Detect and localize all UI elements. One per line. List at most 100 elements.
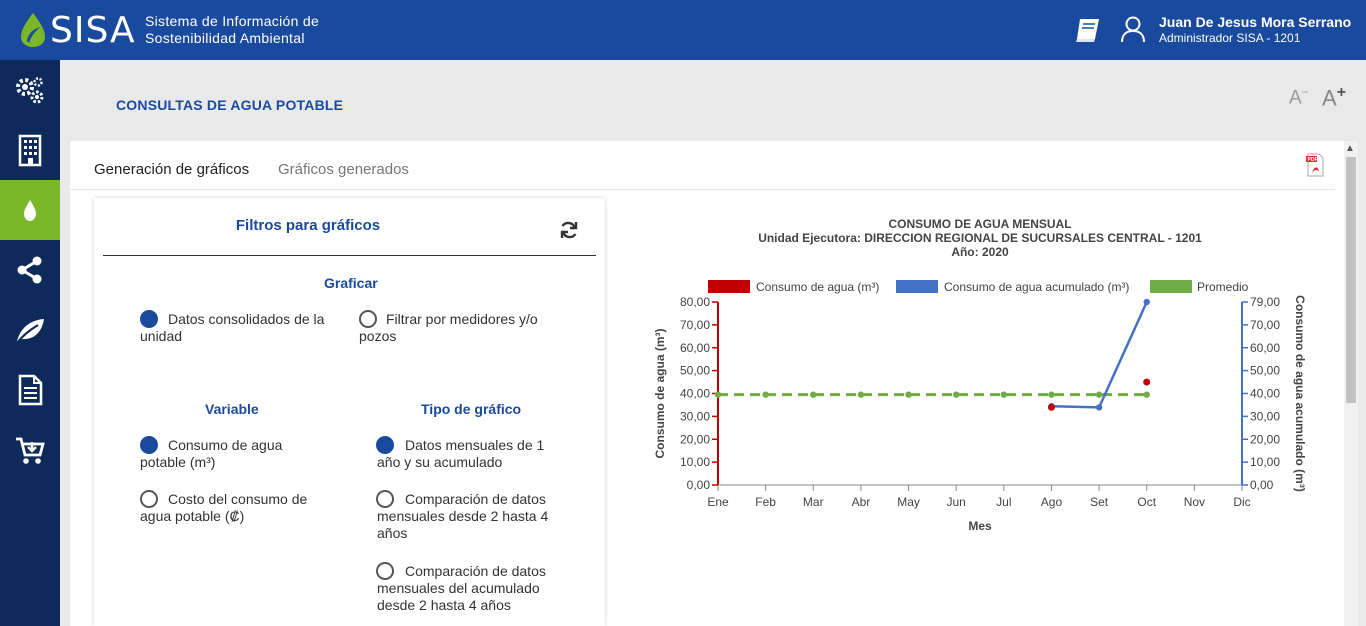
x-tick-label: Jul <box>996 495 1011 509</box>
y-tick-label-left: 30,00 <box>680 409 710 423</box>
x-tick-label: May <box>897 495 920 509</box>
top-bar: SISA Sistema de Información de Sostenibi… <box>0 0 1366 60</box>
x-tick-label: Oct <box>1137 495 1156 509</box>
filters-divider <box>103 255 596 256</box>
water-drop-icon <box>24 200 36 221</box>
option-datos-mensuales[interactable]: Datos mensuales de 1 año y su acumulado <box>377 437 544 471</box>
y-tick-label-left: 70,00 <box>680 318 710 332</box>
main-panel: Generación de gráficos Gráficos generado… <box>70 141 1358 626</box>
option-line: mensuales del acumulado <box>377 580 540 596</box>
font-decrease-label: A <box>1289 87 1302 109</box>
font-decrease-button[interactable]: A− <box>1289 85 1309 109</box>
option-line: Filtrar por medidores y/o <box>386 311 538 327</box>
legend-label-consumo: Consumo de agua (m³) <box>756 280 879 294</box>
user-role: Administrador SISA - 1201 <box>1159 31 1301 45</box>
pdf-export-icon[interactable]: PDF <box>1306 153 1324 177</box>
tab-graficos-generados[interactable]: Gráficos generados <box>278 161 409 178</box>
subtitle-line-2: Sostenibilidad Ambiental <box>145 30 305 46</box>
option-costo-consumo[interactable]: Costo del consumo de agua potable (₡) <box>140 491 307 525</box>
y-tick-label-left: 0,00 <box>687 478 711 492</box>
option-consumo-agua[interactable]: Consumo de agua potable (m³) <box>140 437 282 471</box>
option-comparacion-mensuales[interactable]: Comparación de datos mensuales desde 2 h… <box>377 491 548 542</box>
x-tick-label: Mar <box>803 495 824 509</box>
user-icon[interactable] <box>1120 15 1146 43</box>
y-tick-label-left: 20,00 <box>680 432 710 446</box>
point-promedio <box>1048 391 1055 398</box>
refresh-icon[interactable] <box>559 220 579 240</box>
x-axis-title: Mes <box>968 519 992 533</box>
legend-swatch-acumulado <box>896 280 938 293</box>
sidebar-item-reports[interactable] <box>0 360 60 420</box>
x-tick-label: Ene <box>707 495 729 509</box>
logo-text: SISA <box>50 9 136 51</box>
scroll-up-arrow[interactable]: ▲ <box>1345 143 1355 154</box>
option-line: potable (m³) <box>140 454 216 470</box>
y-tick-label-left: 40,00 <box>680 387 710 401</box>
option-filtrar-medidores[interactable]: Filtrar por medidores y/o pozos <box>359 311 538 345</box>
option-line: mensuales desde 2 hasta 4 <box>377 508 549 524</box>
x-tick-label: Abr <box>852 495 871 509</box>
y-tick-label-right: 79,00 <box>1250 295 1280 309</box>
option-line: años <box>377 525 408 541</box>
legend-swatch-promedio <box>1150 280 1192 293</box>
chart-area: CONSUMO DE AGUA MENSUAL Unidad Ejecutora… <box>610 201 1340 626</box>
x-tick-label: Ago <box>1041 495 1063 509</box>
point-promedio <box>1000 391 1008 398</box>
option-comparacion-acumulado[interactable]: Comparación de datos mensuales del acumu… <box>377 563 546 614</box>
svg-text:PDF: PDF <box>1308 157 1318 163</box>
vertical-scrollbar[interactable]: ▲ <box>1344 141 1358 626</box>
x-tick-label: Nov <box>1184 495 1205 509</box>
point-promedio <box>952 391 960 398</box>
building-icon <box>18 134 42 167</box>
option-line: desde 2 hasta 4 años <box>377 597 511 613</box>
graficar-heading: Graficar <box>324 275 378 291</box>
option-line: pozos <box>359 328 397 344</box>
y-tick-label-right: 40,00 <box>1250 387 1280 401</box>
scroll-thumb[interactable] <box>1346 157 1356 403</box>
sidebar-item-purchases[interactable] <box>0 420 60 480</box>
point-acumulado <box>1143 298 1150 306</box>
option-line: unidad <box>140 328 183 344</box>
legend-swatch-consumo <box>708 280 750 293</box>
option-line: Comparación de datos <box>405 563 546 579</box>
font-increase-button[interactable]: A+ <box>1322 84 1346 111</box>
point-acumulado <box>1095 404 1103 411</box>
point-promedio <box>714 391 722 398</box>
option-datos-consolidados[interactable]: Datos consolidados de la unidad <box>140 311 324 345</box>
y-tick-label-right: 70,00 <box>1250 318 1280 332</box>
y-tick-label-left: 10,00 <box>680 455 710 469</box>
sidebar-item-leaf[interactable] <box>0 300 60 360</box>
sisa-logo[interactable]: SISA <box>18 8 136 52</box>
tipo-grafico-heading: Tipo de gráfico <box>421 401 522 417</box>
y-axis-title-right: Consumo de agua acumulado (m³) <box>1293 295 1307 492</box>
font-increase-label: A <box>1322 85 1337 111</box>
point-consumo <box>1143 378 1151 386</box>
y-axis-title-left: Consumo de agua (m³) <box>653 328 667 458</box>
option-line: agua potable (₡) <box>140 508 245 524</box>
gears-icon <box>16 77 44 104</box>
sidebar-item-share[interactable] <box>0 240 60 300</box>
sidebar-item-building[interactable] <box>0 120 60 180</box>
x-tick-label: Jun <box>947 495 966 509</box>
tab-generacion-graficos[interactable]: Generación de gráficos <box>94 161 249 178</box>
legend-label-promedio: Promedio <box>1197 280 1249 294</box>
user-name[interactable]: Juan De Jesus Mora Serrano <box>1159 14 1351 30</box>
sidebar-item-settings[interactable] <box>0 60 60 120</box>
sidebar <box>0 60 60 626</box>
x-tick-label: Set <box>1090 495 1109 509</box>
y-tick-label-right: 30,00 <box>1250 409 1280 423</box>
option-line: Consumo de agua <box>168 437 283 453</box>
point-promedio <box>762 391 769 398</box>
manual-book-icon[interactable] <box>1074 17 1102 43</box>
y-tick-label-right: 0,00 <box>1250 478 1274 492</box>
y-tick-label-right: 60,00 <box>1250 341 1280 355</box>
y-tick-label-left: 50,00 <box>680 364 710 378</box>
subtitle-line-1: Sistema de Información de <box>145 13 320 29</box>
x-tick-label: Dic <box>1233 495 1250 509</box>
option-line: Comparación de datos <box>405 491 546 507</box>
option-line: Costo del consumo de <box>168 491 308 507</box>
sidebar-item-water[interactable] <box>0 180 60 240</box>
tab-divider <box>70 189 1335 190</box>
option-line: año y su acumulado <box>377 454 503 470</box>
option-line: Datos mensuales de 1 <box>405 437 545 453</box>
